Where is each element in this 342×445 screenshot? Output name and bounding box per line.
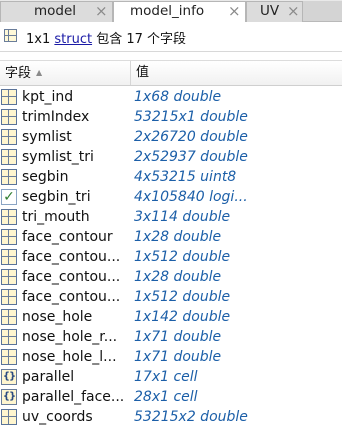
struct-link[interactable]: struct: [54, 32, 92, 47]
table-row[interactable]: symlist_tri 2x52937 double: [0, 147, 342, 167]
grid-icon: [1, 329, 17, 345]
close-icon[interactable]: ×: [95, 2, 108, 21]
variable-info-bar: 1x1 struct 包含 17 个字段: [0, 22, 342, 52]
value-column-label: 值: [136, 65, 150, 80]
grid-icon: [1, 89, 17, 105]
table-row[interactable]: {} parallel 17x1 cell: [0, 367, 342, 387]
grid-icon: [1, 169, 17, 185]
field-name: face_contour: [22, 229, 113, 245]
tab-model-label: model: [34, 3, 77, 19]
field-name: tri_mouth: [22, 209, 90, 225]
close-icon[interactable]: ×: [287, 2, 300, 21]
cell-icon: {}: [1, 369, 17, 385]
tab-model[interactable]: model ×: [0, 1, 113, 22]
table-row[interactable]: {} parallel_face... 28x1 cell: [0, 387, 342, 407]
field-name: symlist: [22, 129, 72, 145]
field-value: 1x71 double: [134, 349, 222, 365]
field-value: 3x114 double: [134, 209, 231, 225]
field-value: 1x68 double: [134, 89, 222, 105]
field-value: 4x53215 uint8: [134, 169, 237, 185]
grid-icon: [1, 129, 17, 145]
grid-icon: [1, 109, 17, 125]
variable-summary: 1x1 struct 包含 17 个字段: [26, 28, 186, 47]
sort-ascending-icon: ▲: [36, 68, 43, 77]
table-header: 字段 ▲ 值: [0, 60, 342, 86]
field-count-text: 包含 17 个字段: [92, 32, 187, 47]
checkbox-icon: ✓: [1, 189, 17, 205]
field-name: parallel: [22, 369, 75, 385]
field-value: 28x1 cell: [134, 389, 198, 405]
size-text: 1x1: [26, 32, 55, 47]
grid-icon: [1, 209, 17, 225]
table-row[interactable]: face_contou... 1x512 double: [0, 287, 342, 307]
field-value: 1x28 double: [134, 229, 222, 245]
grid-icon: [1, 349, 17, 365]
grid-icon: [1, 409, 17, 425]
value-column-header[interactable]: 值: [136, 61, 149, 85]
field-name: face_contou...: [22, 249, 121, 265]
table-row[interactable]: tri_mouth 3x114 double: [0, 207, 342, 227]
field-name: uv_coords: [22, 409, 93, 425]
field-name: symlist_tri: [22, 149, 94, 165]
table-row[interactable]: kpt_ind 1x68 double: [0, 87, 342, 107]
field-value: 53215x1 double: [134, 109, 248, 125]
field-table: kpt_ind 1x68 double trimIndex 53215x1 doubl…: [0, 87, 342, 427]
tab-bar-filler: [303, 1, 342, 21]
field-value: 1x512 double: [134, 289, 231, 305]
field-value: 4x105840 logi...: [134, 189, 248, 205]
field-name: face_contou...: [22, 269, 121, 285]
field-name: face_contou...: [22, 289, 121, 305]
table-row[interactable]: ✓ segbin_tri 4x105840 logi...: [0, 187, 342, 207]
field-value: 1x142 double: [134, 309, 231, 325]
field-column-header[interactable]: 字段 ▲: [5, 61, 42, 85]
column-divider[interactable]: [130, 61, 131, 85]
grid-icon: [1, 249, 17, 265]
table-row[interactable]: segbin 4x53215 uint8: [0, 167, 342, 187]
field-value: 1x71 double: [134, 329, 222, 345]
field-name: nose_hole_l...: [22, 349, 117, 365]
field-name: segbin_tri: [22, 189, 91, 205]
field-name: parallel_face...: [22, 389, 125, 405]
field-column-label: 字段: [5, 66, 32, 81]
table-row[interactable]: trimIndex 53215x1 double: [0, 107, 342, 127]
grid-icon: [1, 229, 17, 245]
tab-uv-label: UV: [260, 3, 280, 19]
field-name: kpt_ind: [22, 89, 74, 105]
table-row[interactable]: face_contour 1x28 double: [0, 227, 342, 247]
grid-icon: [1, 309, 17, 325]
table-row[interactable]: nose_hole_l... 1x71 double: [0, 347, 342, 367]
field-name: trimIndex: [22, 109, 90, 125]
grid-icon: [1, 269, 17, 285]
table-row[interactable]: symlist 2x26720 double: [0, 127, 342, 147]
table-row[interactable]: face_contou... 1x28 double: [0, 267, 342, 287]
table-row[interactable]: nose_hole 1x142 double: [0, 307, 342, 327]
tab-model-info[interactable]: model_info ×: [113, 1, 246, 23]
field-value: 53215x2 double: [134, 409, 248, 425]
table-row[interactable]: nose_hole_r... 1x71 double: [0, 327, 342, 347]
field-value: 2x26720 double: [134, 129, 248, 145]
tab-model-info-label: model_info: [130, 3, 205, 19]
field-value: 1x28 double: [134, 269, 222, 285]
tab-uv[interactable]: UV ×: [246, 1, 303, 22]
table-row[interactable]: face_contou... 1x512 double: [0, 247, 342, 267]
tab-bar: model × model_info × UV ×: [0, 0, 342, 23]
field-name: segbin: [22, 169, 69, 185]
close-icon[interactable]: ×: [228, 2, 241, 21]
grid-icon: [1, 149, 17, 165]
field-value: 17x1 cell: [134, 369, 198, 385]
field-name: nose_hole_r...: [22, 329, 118, 345]
field-name: nose_hole: [22, 309, 93, 325]
cell-icon: {}: [1, 389, 17, 405]
grid-icon: [1, 289, 17, 305]
table-row[interactable]: uv_coords 53215x2 double: [0, 407, 342, 427]
field-value: 1x512 double: [134, 249, 231, 265]
struct-icon: [4, 29, 17, 42]
field-value: 2x52937 double: [134, 149, 248, 165]
